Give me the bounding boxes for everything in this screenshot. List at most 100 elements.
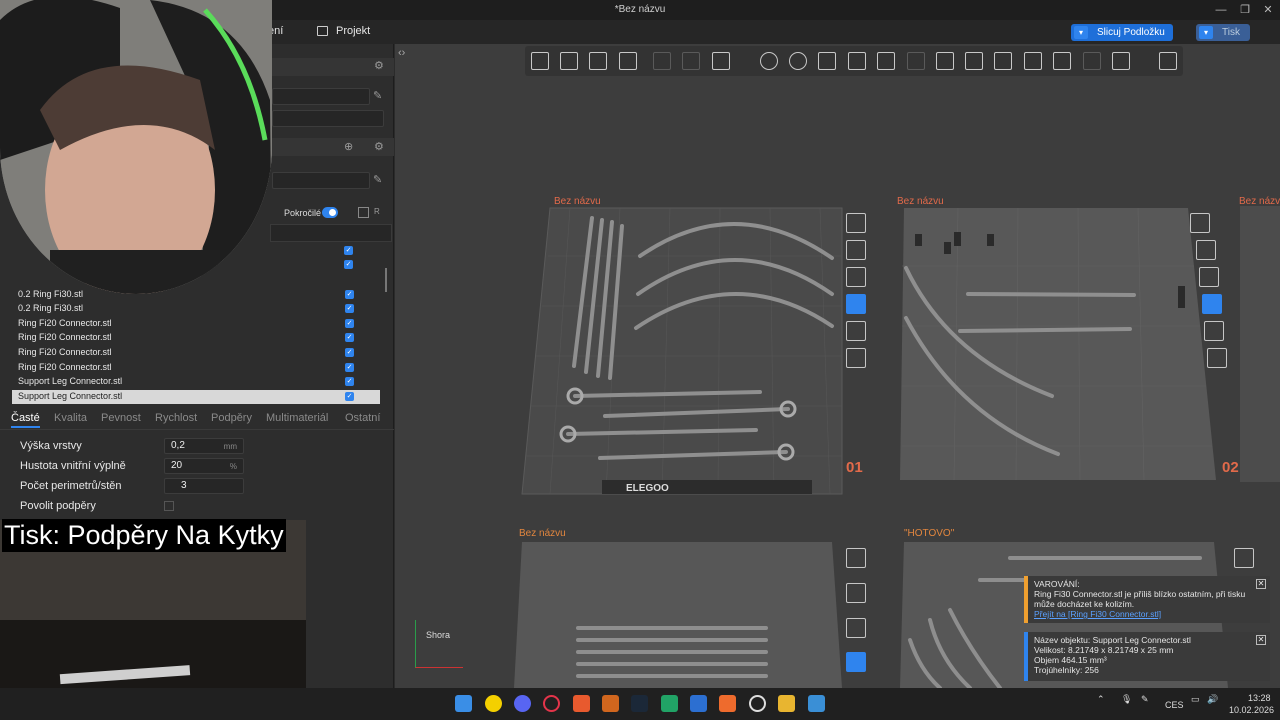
split-objects-icon[interactable]	[653, 52, 671, 70]
mesh-boolean-icon[interactable]	[907, 52, 925, 70]
object-search[interactable]	[270, 224, 392, 242]
cut-icon[interactable]	[877, 52, 895, 70]
lock-plate-icon[interactable]	[1202, 294, 1222, 314]
slice-plate-button[interactable]: ▾ Slicuj Podložku	[1071, 24, 1173, 41]
list-item[interactable]: Ring Fi20 Connector.stl ✓	[12, 317, 380, 331]
arrange-icon[interactable]	[619, 52, 637, 70]
tab-other[interactable]: Ostatní	[345, 412, 380, 424]
object-checkbox[interactable]: ✓	[345, 348, 354, 357]
discord-icon[interactable]	[514, 695, 531, 712]
plate-4-bed[interactable]	[514, 540, 844, 688]
plate-3-bed[interactable]	[1240, 206, 1280, 482]
opera-gx-icon[interactable]	[543, 695, 560, 712]
process-select[interactable]	[272, 172, 370, 189]
assembly-icon[interactable]	[1083, 52, 1101, 70]
edit-icon[interactable]: ✎	[373, 89, 382, 102]
layers-icon[interactable]	[712, 52, 730, 70]
orient-plate-icon[interactable]	[1196, 240, 1216, 260]
slicer-app-icon[interactable]	[573, 695, 590, 712]
warning-link[interactable]: Přejít na [Ring Fi30 Connector.stl]	[1034, 609, 1264, 619]
pen-icon[interactable]: ✎	[1141, 694, 1149, 705]
close-notification-icon[interactable]: ✕	[1256, 635, 1266, 645]
settings-sliders-icon[interactable]: ⚙	[374, 140, 384, 153]
snapchat-icon[interactable]	[485, 695, 502, 712]
arrange-plate-icon[interactable]	[1199, 267, 1219, 287]
add-filament-icon[interactable]: ⊕	[344, 140, 353, 153]
tab-strength[interactable]: Pevnost	[101, 412, 141, 424]
object-checkbox[interactable]: ✓	[345, 304, 354, 313]
plate-title[interactable]: "HOTOVO"	[904, 528, 954, 539]
app-icon[interactable]	[690, 695, 707, 712]
compare-icon[interactable]	[358, 207, 369, 218]
brim-ears-icon[interactable]	[1112, 52, 1130, 70]
steam-icon[interactable]	[631, 695, 648, 712]
plate-type-select[interactable]	[272, 110, 384, 127]
collapse-sidebar-icon[interactable]: ‹›	[398, 47, 405, 59]
edit-icon[interactable]: ✎	[373, 173, 382, 186]
app-icon[interactable]	[808, 695, 825, 712]
start-icon[interactable]	[455, 695, 472, 712]
orient-icon[interactable]	[589, 52, 607, 70]
tab-multimaterial[interactable]: Multimateriál	[266, 412, 328, 424]
tab-common[interactable]: Časté	[11, 412, 40, 428]
network-icon[interactable]: ▭	[1191, 694, 1200, 705]
list-item[interactable]: 0.2 Ring Fi30.stl ✓	[12, 302, 380, 316]
clock-date[interactable]: 10.02.2026	[1229, 705, 1274, 715]
lock-plate-icon[interactable]	[846, 652, 866, 672]
tray-chevron-icon[interactable]: ⌃	[1097, 694, 1105, 705]
lock-plate-icon[interactable]	[846, 294, 866, 314]
plate-settings-icon[interactable]	[1159, 52, 1177, 70]
advanced-toggle[interactable]	[322, 207, 338, 218]
close-window-icon[interactable]: ✕	[1261, 3, 1275, 17]
orient-plate-icon[interactable]	[846, 583, 866, 603]
list-item[interactable]: Ring Fi20 Connector.stl ✓	[12, 346, 380, 360]
object-checkbox[interactable]: ✓	[344, 260, 353, 269]
close-notification-icon[interactable]: ✕	[1256, 579, 1266, 589]
clock-time[interactable]: 13:28	[1248, 693, 1271, 703]
volume-icon[interactable]: 🔊	[1207, 694, 1218, 705]
plate-2-bed[interactable]	[898, 206, 1218, 482]
excel-icon[interactable]	[661, 695, 678, 712]
plate-1-bed[interactable]: ELEGOO	[520, 206, 844, 498]
object-checkbox[interactable]: ✓	[345, 319, 354, 328]
list-item[interactable]: Ring Fi20 Connector.stl ✓	[12, 331, 380, 345]
remove-plate-icon[interactable]	[846, 213, 866, 233]
scrollbar[interactable]	[385, 268, 387, 292]
maximize-icon[interactable]: ❐	[1238, 3, 1252, 17]
layer-height-input[interactable]: 0,2 mm	[164, 438, 244, 454]
object-checkbox[interactable]: ✓	[345, 377, 354, 386]
file-explorer-icon[interactable]	[778, 695, 795, 712]
text-icon[interactable]	[1024, 52, 1042, 70]
split-parts-icon[interactable]	[682, 52, 700, 70]
fuzzy-skin-icon[interactable]	[994, 52, 1012, 70]
minimize-icon[interactable]: —	[1214, 3, 1228, 17]
move-icon[interactable]	[760, 52, 778, 70]
infill-density-input[interactable]: 20%	[164, 458, 244, 474]
object-checkbox[interactable]: ✓	[345, 290, 354, 299]
printer-select[interactable]	[272, 88, 370, 105]
object-checkbox[interactable]: ✓	[345, 392, 354, 401]
tab-quality[interactable]: Kvalita	[54, 412, 87, 424]
list-item-selected[interactable]: Support Leg Connector.stl ✓	[12, 390, 380, 404]
lay-on-face-icon[interactable]	[848, 52, 866, 70]
object-checkbox[interactable]: ✓	[344, 246, 353, 255]
remove-plate-icon[interactable]	[846, 548, 866, 568]
support-paint-icon[interactable]	[936, 52, 954, 70]
plate-settings-icon[interactable]	[1204, 321, 1224, 341]
remove-plate-icon[interactable]	[1190, 213, 1210, 233]
list-item[interactable]: Support Leg Connector.stl ✓	[12, 375, 380, 389]
move-to-top-icon[interactable]	[1207, 348, 1227, 368]
add-object-icon[interactable]	[531, 52, 549, 70]
settings-sliders-icon[interactable]: ⚙	[374, 59, 384, 72]
orient-plate-icon[interactable]	[846, 240, 866, 260]
chevron-down-icon[interactable]: ▾	[1074, 26, 1088, 39]
language-indicator[interactable]: CES	[1165, 700, 1184, 710]
move-to-top-icon[interactable]	[846, 348, 866, 368]
list-item[interactable]: 0.2 Ring Fi30.stl ✓	[12, 288, 380, 302]
wall-loops-input[interactable]: 3	[164, 478, 244, 494]
rotate-icon[interactable]	[789, 52, 807, 70]
ebay-app-icon[interactable]	[719, 695, 736, 712]
object-checkbox[interactable]: ✓	[345, 333, 354, 342]
object-checkbox[interactable]: ✓	[345, 363, 354, 372]
grid-icon[interactable]	[560, 52, 578, 70]
